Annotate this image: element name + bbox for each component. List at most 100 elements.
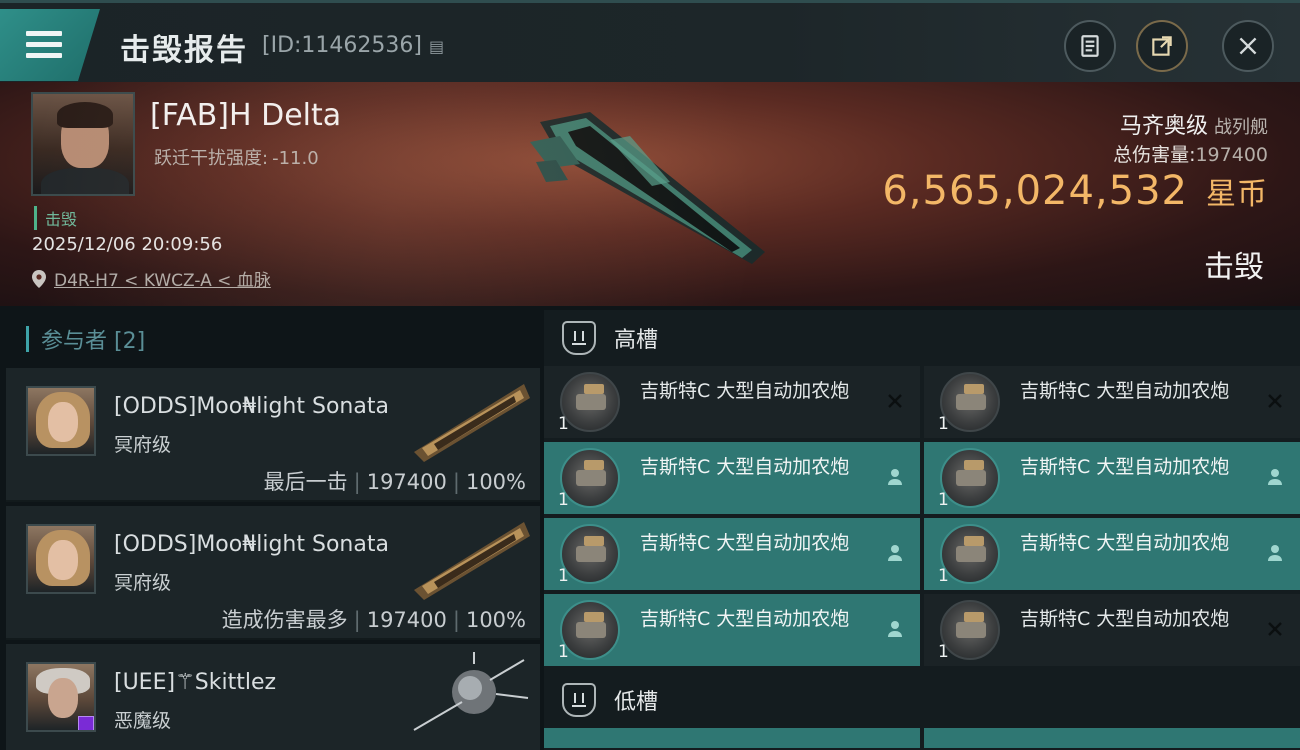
module-name: 吉斯特C 大型自动加农炮 (640, 456, 850, 478)
module-slot[interactable] (544, 728, 920, 748)
low-slot-icon (562, 683, 596, 717)
participant-ship-image (414, 384, 530, 462)
participant-card[interactable]: [ODDS]Moo₦light Sonata 冥府级 最后一击 | 197400 | 1… (6, 368, 540, 502)
isk-amount: 6,565,024,532 (882, 168, 1188, 214)
module-slot[interactable]: 1 吉斯特C 大型自动加农炮 (924, 594, 1300, 666)
autocannon-icon (940, 448, 1000, 508)
isk-value: 6,565,024,532 星币 (882, 168, 1268, 214)
report-id-text: [ID:11462536] (262, 33, 422, 58)
participant-role: 造成伤害最多 (221, 608, 348, 632)
autocannon-icon (940, 372, 1000, 432)
module-name: 吉斯特C 大型自动加农炮 (1020, 608, 1230, 630)
victim-ship-image[interactable] (520, 102, 780, 272)
share-icon (1152, 36, 1172, 56)
high-slot-icon (562, 321, 596, 355)
participant-percent: 100% (465, 608, 526, 632)
participant-stats: 最后一击 | 197400 | 100% (263, 470, 526, 494)
total-damage-label: 总伤害量: (1113, 144, 1196, 166)
autocannon-icon (560, 448, 620, 508)
participant-name: [UEE]⚚Skittlez (114, 670, 277, 695)
close-icon (1239, 37, 1257, 55)
pilot-icon (884, 542, 906, 564)
close-button[interactable] (1222, 20, 1274, 72)
status-badge: 击毁 (34, 206, 77, 230)
autocannon-icon (560, 372, 620, 432)
avatar (26, 662, 96, 732)
ship-name: 马齐奥级 (1119, 114, 1208, 139)
low-slot-title: 低槽 (614, 690, 659, 715)
module-name: 吉斯特C 大型自动加农炮 (640, 532, 850, 554)
ship-type: 战列舰 (1214, 117, 1268, 138)
participant-damage: 197400 (366, 470, 447, 494)
autocannon-icon (560, 600, 620, 660)
hamburger-icon (26, 31, 62, 64)
autocannon-icon (940, 524, 1000, 584)
module-slot[interactable]: 1 吉斯特C 大型自动加农炮 (924, 518, 1300, 590)
share-button[interactable] (1136, 20, 1188, 72)
module-quantity: 1 (558, 642, 569, 662)
destroyed-label: 击毁 (1204, 250, 1264, 285)
destroyed-icon (1264, 618, 1286, 640)
victim-ship-class: 马齐奥级 战列舰 (1120, 108, 1268, 140)
menu-button[interactable] (0, 9, 100, 81)
total-damage: 总伤害量:197400 (1113, 140, 1268, 167)
participant-card[interactable]: [UEE]⚚Skittlez 恶魔级 (6, 644, 540, 750)
module-name: 吉斯特C 大型自动加农炮 (1020, 456, 1230, 478)
module-slot[interactable]: 1 吉斯特C 大型自动加农炮 (544, 366, 920, 438)
copy-icon[interactable]: ▤ (429, 37, 444, 56)
warp-strength: 跃迁干扰强度: -11.0 (150, 144, 319, 170)
module-name: 吉斯特C 大型自动加农炮 (1020, 532, 1230, 554)
participant-ship-image (413, 652, 529, 731)
fitting-panel: 高槽 1 吉斯特C 大型自动加农炮 1 吉斯特C 大型自动加农炮 1 吉斯特C … (544, 310, 1300, 750)
autocannon-icon (560, 524, 620, 584)
module-quantity: 1 (558, 414, 569, 434)
kill-timestamp: 2025/12/06 20:09:56 (32, 234, 223, 255)
page-title: 击毁报告 (120, 33, 248, 68)
clipboard-icon (1081, 35, 1099, 57)
low-slot-grid (544, 728, 1300, 748)
participant-percent: 100% (465, 470, 526, 494)
location-link[interactable]: D4R-H7 < KWCZ-A < 血脉 (32, 266, 271, 291)
clipboard-button[interactable] (1064, 20, 1116, 72)
report-id[interactable]: [ID:11462536] ▤ (262, 33, 444, 58)
module-quantity: 1 (938, 642, 949, 662)
victim-banner: [FAB]H Delta 跃迁干扰强度: -11.0 击毁 2025/12/06 … (0, 82, 1300, 306)
pilot-icon (884, 618, 906, 640)
warp-label: 跃迁干扰强度: (154, 148, 269, 169)
low-slot-header: 低槽 (544, 672, 1300, 728)
module-slot[interactable]: 1 吉斯特C 大型自动加农炮 (924, 442, 1300, 514)
total-damage-value: 197400 (1195, 144, 1268, 166)
pilot-icon (1264, 466, 1286, 488)
high-slot-header: 高槽 (544, 310, 1300, 366)
victim-portrait[interactable] (31, 92, 135, 196)
module-name: 吉斯特C 大型自动加农炮 (1020, 380, 1230, 402)
pilot-icon (884, 466, 906, 488)
module-quantity: 1 (938, 566, 949, 586)
high-slot-title: 高槽 (614, 328, 659, 353)
module-quantity: 1 (558, 566, 569, 586)
participant-ship-image (414, 522, 530, 600)
module-slot[interactable]: 1 吉斯特C 大型自动加农炮 (924, 366, 1300, 438)
high-slot-grid: 1 吉斯特C 大型自动加农炮 1 吉斯特C 大型自动加农炮 1 吉斯特C 大型自… (544, 366, 1300, 666)
participant-ship: 冥府级 (114, 434, 172, 456)
corp-badge-icon (78, 716, 94, 730)
top-bar: 击毁报告 [ID:11462536] ▤ (0, 0, 1300, 82)
module-quantity: 1 (938, 414, 949, 434)
participant-name: [ODDS]Moo₦light Sonata (114, 532, 389, 557)
participants-title: 参与者 [2] (41, 329, 146, 354)
module-name: 吉斯特C 大型自动加农炮 (640, 380, 850, 402)
module-quantity: 1 (558, 490, 569, 510)
victim-pilot-name[interactable]: [FAB]H Delta (150, 98, 341, 133)
module-slot[interactable] (924, 728, 1300, 748)
module-slot[interactable]: 1 吉斯特C 大型自动加农炮 (544, 518, 920, 590)
participant-card[interactable]: [ODDS]Moo₦light Sonata 冥府级 造成伤害最多 | 197400… (6, 506, 540, 640)
participant-stats: 造成伤害最多 | 197400 | 100% (221, 608, 526, 632)
module-slot[interactable]: 1 吉斯特C 大型自动加农炮 (544, 594, 920, 666)
participants-panel: 参与者 [2] [ODDS]Moo₦light Sonata 冥府级 最后一击 |… (6, 310, 540, 750)
isk-unit: 星币 (1206, 177, 1268, 212)
warp-value: -11.0 (272, 148, 319, 169)
avatar (26, 524, 96, 594)
avatar (26, 386, 96, 456)
module-slot[interactable]: 1 吉斯特C 大型自动加农炮 (544, 442, 920, 514)
participant-ship: 冥府级 (114, 572, 172, 594)
